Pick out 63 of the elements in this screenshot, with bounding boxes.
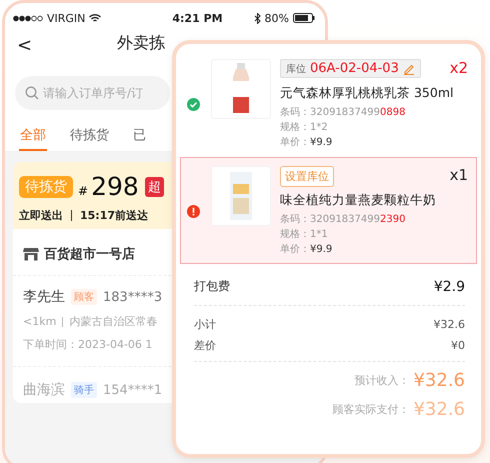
product-name: 味全植纯力量燕麦颗粒牛奶: [280, 192, 437, 209]
battery-percent: 80%: [264, 12, 289, 24]
barcode-label: 条码：: [280, 214, 310, 225]
wifi-icon: [89, 14, 102, 22]
search-icon: [25, 86, 39, 100]
unit-price: ¥9.9: [310, 244, 332, 255]
phone-number: 183****3: [103, 290, 162, 304]
barcode-label: 条码：: [280, 107, 310, 118]
location-code: 06A-02-04-03: [310, 61, 399, 76]
fee-value: ¥32.6: [413, 370, 465, 391]
warning-icon: [187, 205, 200, 218]
status-time: 4:21 PM: [172, 12, 223, 24]
fee-label: 小计: [194, 317, 216, 332]
role-tag: 顾客: [71, 289, 97, 305]
carrier-name: VIRGIN: [47, 12, 86, 24]
milk-carton-drawing: [230, 172, 252, 220]
contact-name: 曲海滨: [23, 381, 65, 399]
fee-label: 预计收入：: [354, 373, 410, 388]
contact-name: 李先生: [23, 288, 65, 306]
dispatch-text: 立即送出: [19, 208, 63, 223]
check-icon: [187, 98, 200, 111]
order-tab[interactable]: 已: [132, 120, 147, 151]
spec-text: 规格：1*1: [280, 228, 329, 242]
phone-number: 154****1: [103, 382, 162, 398]
store-name: 百货超市一号店: [44, 246, 135, 263]
distance-text: <1km: [23, 315, 56, 328]
deadline-text: 15:17前送达: [80, 208, 148, 223]
role-tag: 骑手: [71, 382, 97, 398]
fee-value: ¥2.9: [434, 278, 465, 294]
fee-value: ¥32.6: [413, 399, 465, 420]
bluetooth-icon: [254, 12, 261, 24]
status-badge: 待拣货: [19, 176, 73, 198]
barcode-tail: 0898: [380, 107, 406, 118]
quantity-text: x2: [450, 59, 468, 77]
store-icon: [23, 247, 39, 261]
order-time: 下单时间：2023-04-06 1: [23, 337, 152, 352]
back-button[interactable]: <: [5, 34, 44, 56]
location-chip[interactable]: 库位 06A-02-04-03: [280, 59, 421, 78]
spec-text: 规格：1*2: [280, 120, 329, 135]
price-label: 单价：: [280, 244, 310, 255]
address-text: 内蒙古自治区常春: [69, 314, 158, 329]
hash-sign: #: [78, 184, 88, 198]
fee-label: 差价: [194, 338, 216, 353]
battery-icon: [292, 13, 315, 23]
barcode-number: 32091837499: [310, 214, 380, 225]
page-title: 外卖拣: [117, 33, 165, 54]
search-field[interactable]: 请输入订单序号/订: [15, 76, 170, 110]
fee-label: 顾客实际支付：: [332, 402, 410, 417]
overdue-badge: 超: [144, 177, 164, 197]
quantity-text: x1: [450, 166, 468, 184]
barcode-tail: 2390: [380, 214, 406, 225]
fee-value: ¥32.6: [434, 318, 465, 331]
barcode-number: 32091837499: [310, 107, 380, 118]
order-number: 298: [91, 172, 139, 202]
product-name: 元气森林厚乳桃桃乳茶 350ml: [280, 85, 454, 102]
fee-label: 打包费: [194, 278, 230, 295]
edit-icon[interactable]: [402, 62, 415, 74]
unit-price: ¥9.9: [310, 137, 332, 148]
price-label: 单价：: [280, 137, 310, 148]
fee-value: ¥0: [451, 339, 465, 352]
signal-icon: [13, 14, 43, 22]
order-tab[interactable]: 待拣货: [69, 120, 110, 151]
location-label: 库位: [286, 62, 306, 76]
